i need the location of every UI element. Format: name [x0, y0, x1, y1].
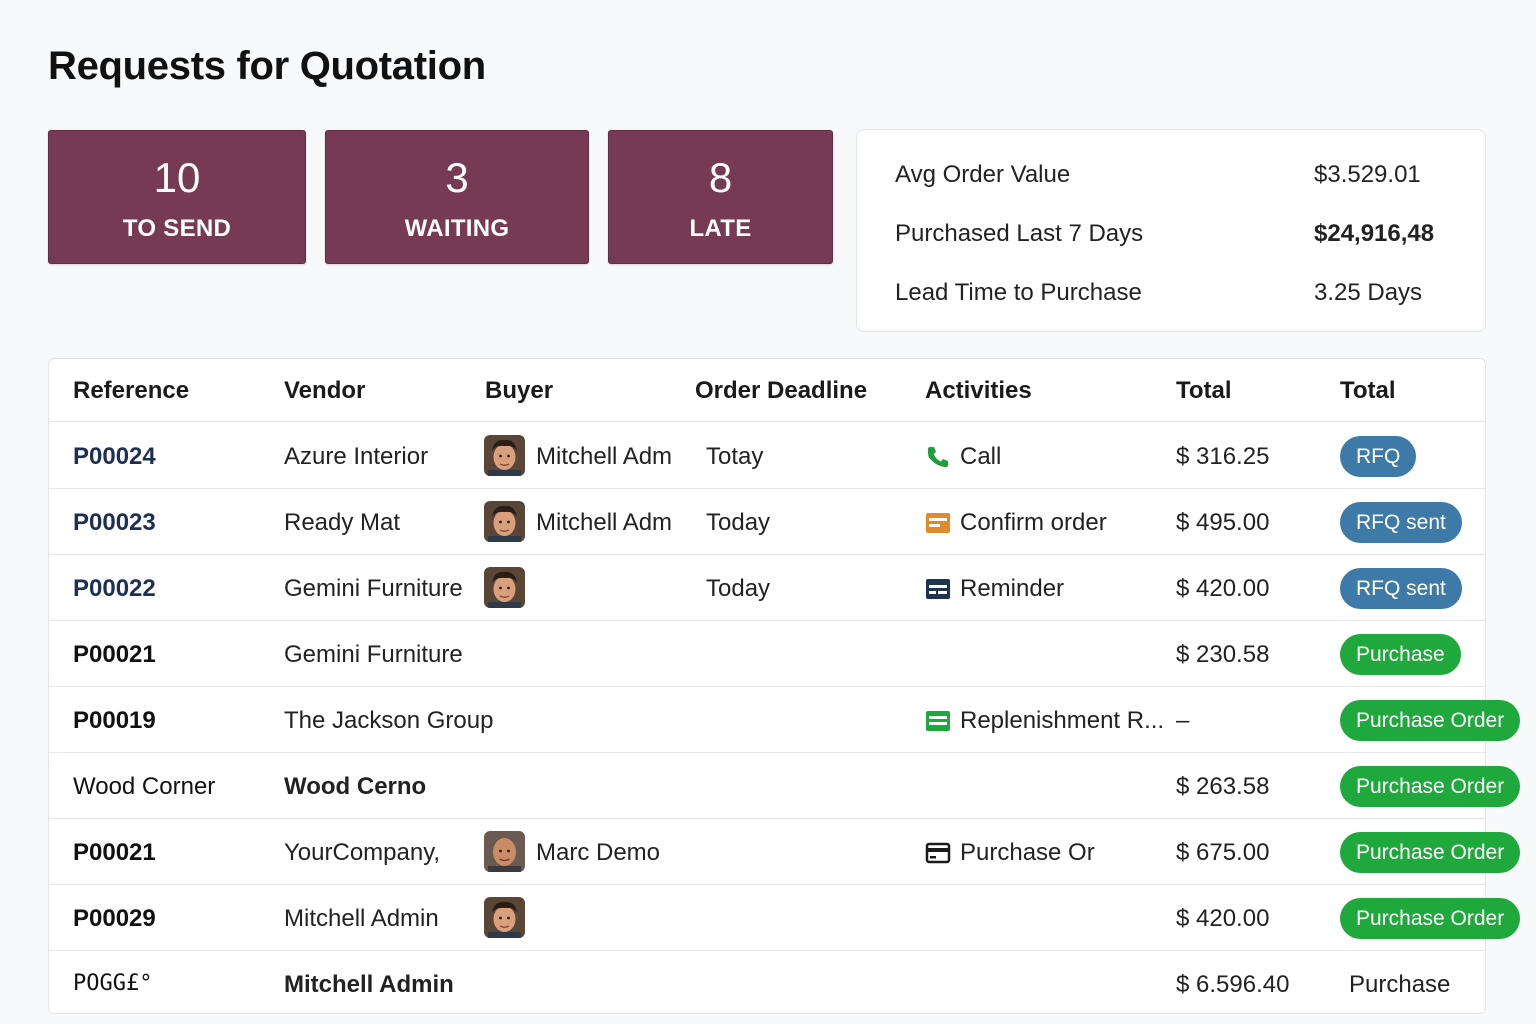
column-header-total[interactable]: Total — [1176, 377, 1232, 405]
table-row[interactable]: P00024 Azure Interior Mitchell Adm Totay… — [49, 423, 1485, 489]
purchase-stats-panel: Avg Order Value $3.529.01 Purchased Last… — [856, 129, 1486, 332]
vendor-name: The Jackson Group — [284, 707, 494, 734]
order-total: $ 230.58 — [1176, 641, 1270, 668]
vendor-name: Azure Interior — [284, 443, 429, 470]
status-badge[interactable]: Purchase Order — [1340, 700, 1521, 741]
page-title: Requests for Quotation — [48, 44, 486, 88]
order-total: $ 420.00 — [1176, 575, 1270, 602]
vendor-name: Gemini Furniture — [284, 641, 463, 668]
activity-label[interactable]: Call — [960, 443, 1001, 471]
stat-value: 3.25 Days — [1314, 279, 1423, 306]
status-badge[interactable]: RFQ sent — [1340, 568, 1462, 609]
buyer-avatar — [484, 567, 525, 608]
table-row[interactable]: P00023 Ready Mat Mitchell Adm Today Conf… — [49, 489, 1485, 555]
kpi-late-label: LATE — [689, 215, 752, 242]
vendor-name: YourCompany, — [284, 839, 441, 866]
stat-label: Purchased Last 7 Days — [895, 220, 1144, 247]
order-total: $ 420.00 — [1176, 905, 1270, 932]
order-deadline: Totay — [706, 443, 764, 470]
table-header: Reference Vendor Buyer Order Deadline Ac… — [49, 359, 1485, 422]
order-deadline: Today — [706, 575, 771, 602]
kpi-to-send[interactable]: 10 TO SEND — [48, 130, 306, 264]
table-row[interactable]: P00021 Gemini Furniture $ 230.58 Purchas… — [49, 621, 1485, 687]
reference-link[interactable]: P00019 — [73, 707, 156, 735]
activity-label[interactable]: Reminder — [960, 575, 1064, 603]
vendor-name: Gemini Furniture — [284, 575, 463, 602]
table-row[interactable]: P00022 Gemini Furniture Today Reminder $… — [49, 555, 1485, 621]
stat-label: Lead Time to Purchase — [895, 279, 1142, 306]
kpi-to-send-count: 10 — [153, 154, 201, 201]
activity-label[interactable]: Replenishment R... — [960, 707, 1164, 735]
status-badge[interactable]: Purchase — [1340, 964, 1459, 1005]
order-total: $ 675.00 — [1176, 839, 1270, 866]
vendor-name: Mitchell Admin — [284, 905, 439, 932]
buyer-name: Mitchell Adm — [536, 509, 673, 536]
column-header-activities[interactable]: Activities — [925, 377, 1032, 405]
buyer-avatar — [484, 435, 525, 476]
buyer-name: Mitchell Adm — [536, 443, 673, 470]
buyer-avatar — [484, 831, 525, 872]
order-total: $ 316.25 — [1176, 443, 1270, 470]
stat-avg-order-value: Avg Order Value $3.529.01 — [895, 161, 1455, 189]
confirm-order-icon[interactable] — [925, 511, 951, 535]
reference-link[interactable]: P00021 — [73, 839, 156, 867]
reminder-icon[interactable] — [925, 577, 951, 601]
column-header-reference[interactable]: Reference — [73, 377, 189, 405]
kpi-to-send-label: TO SEND — [122, 215, 232, 242]
order-total: $ 495.00 — [1176, 509, 1270, 536]
vendor-name: Mitchell Admin — [284, 971, 454, 998]
rfq-table: Reference Vendor Buyer Order Deadline Ac… — [48, 358, 1521, 1017]
column-header-status[interactable]: Total — [1340, 377, 1396, 405]
table-row[interactable]: POGG£° Mitchell Admin $ 6.596.40 Purchas… — [49, 951, 1485, 1017]
column-header-buyer[interactable]: Buyer — [485, 377, 553, 405]
table-row[interactable]: P00021 YourCompany, Marc Demo Purchase O… — [49, 819, 1521, 885]
reference-link[interactable]: P00022 — [73, 575, 156, 603]
table-row[interactable]: Wood Corner Wood Cerno $ 263.58 Purchase… — [49, 753, 1521, 819]
stat-value: $24,916,48 — [1314, 220, 1435, 247]
reference-link[interactable]: P00029 — [73, 905, 156, 933]
kpi-waiting[interactable]: 3 WAITING — [325, 130, 589, 264]
vendor-name: Wood Cerno — [284, 773, 427, 800]
status-badge[interactable]: Purchase Order — [1340, 832, 1521, 873]
reference-link[interactable]: P00023 — [73, 509, 156, 537]
replenishment-icon[interactable] — [925, 709, 951, 733]
table-row[interactable]: P00029 Mitchell Admin $ 420.00 Purchase … — [49, 885, 1521, 951]
purchase-order-icon[interactable] — [925, 841, 951, 865]
stat-label: Avg Order Value — [895, 161, 1071, 188]
reference-link[interactable]: Wood Corner — [73, 773, 215, 801]
status-badge[interactable]: Purchase Order — [1340, 766, 1521, 807]
phone-icon[interactable] — [925, 445, 951, 469]
buyer-avatar — [484, 501, 525, 542]
table-row[interactable]: P00019 The Jackson Group Replenishment R… — [49, 687, 1521, 753]
kpi-waiting-count: 3 — [445, 154, 469, 201]
stat-purchased-last-7-days: Purchased Last 7 Days $24,916,48 — [895, 220, 1455, 248]
kpi-late-count: 8 — [708, 154, 733, 201]
kpi-waiting-label: WAITING — [404, 215, 510, 242]
reference-link[interactable]: P00021 — [73, 641, 156, 669]
status-badge[interactable]: RFQ sent — [1340, 502, 1462, 543]
status-badge[interactable]: Purchase Order — [1340, 898, 1521, 939]
activity-label[interactable]: Confirm order — [960, 509, 1107, 537]
activity-label[interactable]: Purchase Or — [960, 839, 1095, 867]
status-badge[interactable]: Purchase — [1340, 634, 1461, 675]
stat-lead-time: Lead Time to Purchase 3.25 Days — [895, 279, 1455, 307]
status-badge[interactable]: RFQ — [1340, 436, 1417, 477]
column-header-vendor[interactable]: Vendor — [284, 377, 365, 405]
order-deadline: Today — [706, 509, 771, 536]
kpi-late[interactable]: 8 LATE — [608, 130, 833, 264]
stat-value: $3.529.01 — [1314, 161, 1421, 188]
column-header-order-deadline[interactable]: Order Deadline — [695, 377, 867, 405]
reference-link[interactable]: P00024 — [73, 443, 156, 471]
order-total: $ 6.596.40 — [1176, 971, 1290, 998]
buyer-name: Marc Demo — [536, 839, 661, 866]
order-total: – — [1176, 707, 1190, 734]
buyer-avatar — [484, 897, 525, 938]
order-total: $ 263.58 — [1176, 773, 1270, 800]
vendor-name: Ready Mat — [284, 509, 401, 536]
reference-link[interactable]: POGG£° — [73, 971, 152, 996]
